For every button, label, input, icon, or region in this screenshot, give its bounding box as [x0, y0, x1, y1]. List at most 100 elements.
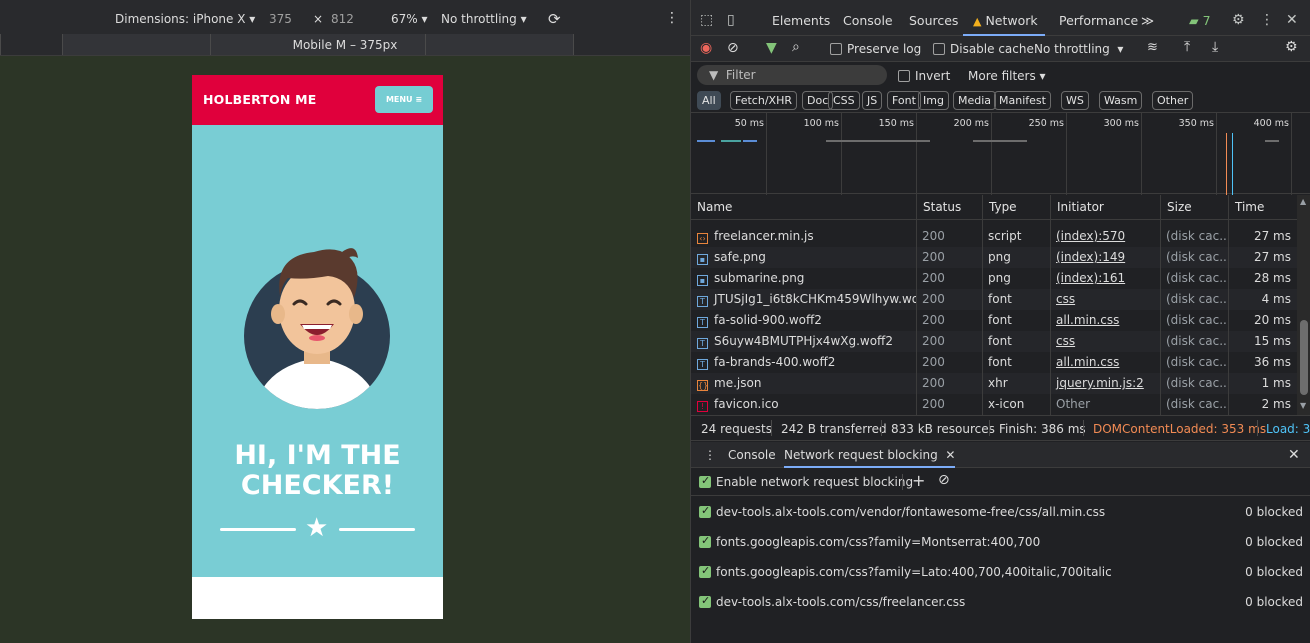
request-name[interactable]: safe.png	[714, 250, 766, 264]
table-scrollbar[interactable]: ▲ ▼	[1297, 195, 1310, 415]
close-drawer-icon[interactable]: ✕	[1288, 447, 1300, 463]
disable-cache-checkbox[interactable]: Disable cache	[933, 42, 1034, 56]
cell-initiator[interactable]: Other	[1050, 394, 1160, 415]
filter-chip-all[interactable]: All	[697, 91, 721, 110]
cell-initiator-text[interactable]: Other	[1056, 397, 1090, 411]
cell-initiator-text[interactable]: all.min.css	[1056, 313, 1119, 327]
device-throttling-select[interactable]: No throttling ▾	[441, 12, 527, 26]
table-row[interactable]: T S6uyw4BMUTPHjx4wXg.woff2 200 font css (disk…	[691, 331, 1297, 352]
menu-button[interactable]: MENU ≡	[375, 86, 433, 113]
issues-badge[interactable]: ▰ 7	[1189, 0, 1211, 36]
export-har-icon[interactable]: ⤓	[1212, 39, 1218, 55]
filter-chip-manifest[interactable]: Manifest	[994, 91, 1051, 110]
table-row[interactable]: Tfa-brands-400.woff2 200 font all.min.css (d…	[691, 352, 1297, 373]
column-header-size[interactable]: Size	[1160, 195, 1228, 220]
request-name[interactable]: favicon.ico	[714, 397, 779, 411]
checkbox-checked-icon[interactable]	[699, 534, 711, 548]
filter-chip-other[interactable]: Other	[1152, 91, 1194, 110]
preserve-log-checkbox[interactable]: Preserve log	[830, 42, 921, 56]
import-har-icon[interactable]: ⤒	[1184, 39, 1190, 55]
network-conditions-icon[interactable]: ≋	[1147, 40, 1158, 55]
filter-chip-fetchxhr[interactable]: Fetch/XHR	[730, 91, 797, 110]
checkbox-checked-icon[interactable]	[699, 594, 711, 608]
blocking-pattern[interactable]: dev-tools.alx-tools.com/vendor/fontaweso…	[699, 504, 1105, 519]
request-name[interactable]: fa-solid-900.woff2	[714, 313, 822, 327]
record-icon[interactable]: ◉	[700, 40, 712, 56]
cell-initiator[interactable]: (index):161	[1050, 268, 1160, 289]
table-row[interactable]: ‹› freelancer.min.js 200 script (index):570 (…	[691, 226, 1297, 247]
cell-initiator[interactable]: all.min.css	[1050, 310, 1160, 331]
column-header-name[interactable]: Name	[691, 195, 916, 220]
cell-initiator[interactable]: jquery.min.js:2	[1050, 373, 1160, 394]
request-name[interactable]: submarine.png	[714, 271, 804, 285]
checkbox-checked-icon[interactable]	[699, 564, 711, 578]
cell-initiator[interactable]: all.min.css	[1050, 352, 1160, 373]
drawer-tab-network-request-blocking[interactable]: Network request blocking ✕	[784, 442, 956, 468]
tab-console[interactable]: Console	[843, 0, 893, 36]
device-toggle-icon[interactable]: ▯	[727, 13, 735, 27]
inspect-element-icon[interactable]: ⬚	[700, 13, 713, 27]
tab-sources[interactable]: Sources	[909, 0, 958, 36]
drawer-menu-icon[interactable]: ⋮	[704, 448, 716, 462]
blocking-pattern[interactable]: fonts.googleapis.com/css?family=Montserr…	[699, 534, 1040, 549]
clear-icon[interactable]: ⊘	[727, 40, 739, 56]
scroll-down-icon[interactable]: ▼	[1300, 401, 1306, 410]
device-select[interactable]: Dimensions: iPhone X ▾	[115, 12, 255, 26]
request-name[interactable]: freelancer.min.js	[714, 229, 814, 243]
tab-performance[interactable]: Performance	[1059, 0, 1138, 36]
more-tabs-icon[interactable]: ≫	[1141, 0, 1154, 36]
column-header-status[interactable]: Status	[916, 195, 982, 220]
blocking-pattern[interactable]: dev-tools.alx-tools.com/css/freelancer.c…	[699, 594, 965, 609]
column-header-time[interactable]: Time	[1228, 195, 1297, 220]
request-name[interactable]: S6uyw4BMUTPHjx4wXg.woff2	[714, 334, 893, 348]
settings-icon[interactable]: ⚙	[1232, 13, 1245, 27]
blocking-pattern-row[interactable]: fonts.googleapis.com/css?family=Montserr…	[691, 527, 1310, 557]
height-input[interactable]: 812	[331, 12, 354, 26]
cell-initiator-text[interactable]: all.min.css	[1056, 355, 1119, 369]
blocking-pattern-row[interactable]: dev-tools.alx-tools.com/css/freelancer.c…	[691, 587, 1310, 617]
filter-icon[interactable]: ▼	[766, 40, 777, 56]
zoom-select[interactable]: 67% ▾	[391, 12, 428, 26]
cell-initiator-text[interactable]: (index):161	[1056, 271, 1125, 285]
add-pattern-icon[interactable]: +	[912, 471, 925, 490]
column-header-type[interactable]: Type	[982, 195, 1050, 220]
more-options-icon[interactable]: ⋮	[665, 10, 679, 26]
close-devtools-icon[interactable]: ✕	[1286, 13, 1298, 27]
enable-blocking-checkbox[interactable]: Enable network request blocking	[699, 474, 913, 489]
column-header-initiator[interactable]: Initiator	[1050, 195, 1160, 220]
cell-initiator-text[interactable]: (index):570	[1056, 229, 1125, 243]
cell-initiator-text[interactable]: css	[1056, 334, 1075, 348]
cell-initiator[interactable]: (index):149	[1050, 247, 1160, 268]
invert-checkbox[interactable]: Invert	[898, 69, 950, 83]
checkbox-checked-icon[interactable]	[699, 504, 711, 518]
table-row[interactable]: {} me.json 200 xhr jquery.min.js:2 (disk cac.…	[691, 373, 1297, 394]
blocking-pattern-row[interactable]: fonts.googleapis.com/css?family=Lato:400…	[691, 557, 1310, 587]
network-overview-timeline[interactable]: 50 ms 100 ms 150 ms 200 ms 250 ms 300 ms 350 m…	[691, 112, 1310, 195]
tab-network[interactable]: ▲ Network	[963, 0, 1045, 36]
scroll-thumb[interactable]	[1300, 320, 1308, 395]
request-name[interactable]: fa-brands-400.woff2	[714, 355, 835, 369]
filter-chip-js[interactable]: JS	[862, 91, 883, 110]
filter-chip-media[interactable]: Media	[953, 91, 997, 110]
request-name[interactable]: me.json	[714, 376, 761, 390]
request-name[interactable]: JTUSjIg1_i6t8kCHKm459Wlhyw.woff2	[714, 292, 916, 306]
blocking-pattern-row[interactable]: dev-tools.alx-tools.com/vendor/fontaweso…	[691, 497, 1310, 527]
rotate-icon[interactable]: ⟳	[548, 10, 561, 28]
table-row[interactable]: ! favicon.ico 200 x-icon Other (disk cac... 2 …	[691, 394, 1297, 415]
table-row[interactable]: ▪ safe.png 200 png (index):149 (disk cac... 27…	[691, 247, 1297, 268]
filter-input[interactable]: ▼ Filter	[697, 65, 887, 85]
network-throttling-select[interactable]: No throttling ▾	[1034, 42, 1123, 56]
network-settings-icon[interactable]: ⚙	[1285, 39, 1298, 55]
cell-initiator-text[interactable]: jquery.min.js:2	[1056, 376, 1144, 390]
cell-initiator[interactable]: css	[1050, 331, 1160, 352]
search-icon[interactable]: ⌕	[792, 39, 800, 55]
table-row[interactable]: Tfa-solid-900.woff2 200 font all.min.css (di…	[691, 310, 1297, 331]
cell-initiator[interactable]: (index):570	[1050, 226, 1160, 247]
more-filters-dropdown[interactable]: More filters ▾	[968, 69, 1046, 83]
remove-all-patterns-icon[interactable]: ⊘	[938, 472, 950, 488]
scroll-up-icon[interactable]: ▲	[1300, 197, 1306, 206]
width-input[interactable]: 375	[269, 12, 292, 26]
blocking-pattern[interactable]: fonts.googleapis.com/css?family=Lato:400…	[699, 564, 1112, 579]
cell-initiator-text[interactable]: (index):149	[1056, 250, 1125, 264]
filter-chip-img[interactable]: Img	[918, 91, 949, 110]
